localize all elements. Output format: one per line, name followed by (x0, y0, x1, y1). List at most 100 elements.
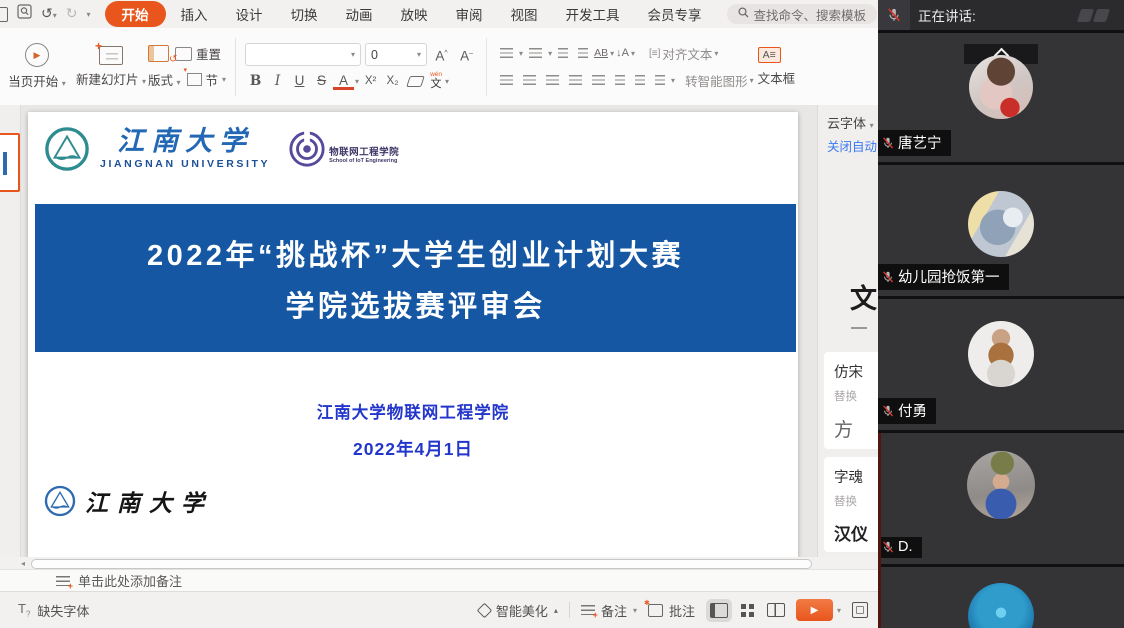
slide-title-line2: 学院选拔赛评审会 (35, 283, 796, 325)
subscript-button[interactable]: X₂ (382, 73, 403, 89)
notes-toggle-button[interactable]: 备注 ▾ (581, 601, 637, 620)
pinyin-guide-button[interactable]: wén 文 (430, 72, 442, 90)
font-size-select[interactable]: 0▾ (365, 43, 427, 66)
align-right-icon[interactable] (546, 75, 559, 85)
avatar (968, 583, 1034, 628)
tab-view[interactable]: 视图 (498, 1, 551, 27)
slide-canvas[interactable]: 江南大学 JIANGNAN UNIVERSITY 物联网工程学院 School (28, 112, 798, 558)
font-color-arrow[interactable]: ▾ (355, 77, 359, 86)
participant-tile[interactable]: 幼儿园抢饭第一 (878, 162, 1124, 296)
missing-font-card[interactable]: 仿宋 替换 方 (824, 352, 878, 449)
mic-muted-icon[interactable] (878, 0, 910, 30)
menu-icon[interactable] (0, 7, 8, 22)
play-circle-icon: ▶ (25, 43, 49, 67)
tab-design[interactable]: 设计 (223, 1, 276, 27)
slide-organization[interactable]: 江南大学物联网工程学院 (28, 399, 798, 423)
participant-tile[interactable]: D. (878, 430, 1124, 564)
notes-icon (581, 605, 595, 615)
status-bar: T? 缺失字体 智能美化 ▴ 备注 ▾ 批注 (0, 591, 878, 628)
distribute-icon[interactable] (592, 75, 605, 85)
align-center-icon[interactable] (523, 75, 536, 85)
tab-home[interactable]: 开始 (105, 1, 166, 27)
strikethrough-button[interactable]: S (311, 73, 332, 89)
tab-devtools[interactable]: 开发工具 (553, 1, 633, 27)
decrease-font-icon[interactable]: A– (456, 46, 477, 65)
increase-font-icon[interactable]: A^ (431, 46, 452, 65)
participant-tile[interactable]: 唐艺宁 (878, 30, 1124, 162)
slide-thumbnail-panel[interactable] (0, 105, 21, 557)
fullscreen-icon[interactable] (852, 602, 868, 618)
layout-button[interactable]: 版式 ▾ (148, 70, 181, 89)
play-options-arrow[interactable]: ▾ (837, 606, 841, 615)
tab-transition[interactable]: 切换 (278, 1, 331, 27)
meeting-header: 正在讲话: (878, 0, 1124, 30)
mic-muted-icon (882, 405, 894, 417)
char-spacing-button[interactable]: AB (594, 47, 608, 59)
tab-animation[interactable]: 动画 (333, 1, 386, 27)
para-spacing-icon[interactable] (635, 75, 645, 85)
slide-thumbnail-1[interactable] (0, 133, 20, 192)
missing-fonts-status[interactable]: 缺失字体 (37, 601, 89, 620)
smart-beautify-button[interactable]: 智能美化 ▴ (479, 601, 558, 620)
increase-indent-icon[interactable] (578, 48, 588, 58)
start-show-button[interactable]: ▶ 当页开始 ▾ (0, 43, 74, 90)
horizontal-scrollbar[interactable]: ◂ (0, 557, 878, 569)
new-slide-button[interactable]: 新建幻灯片 ▾ (74, 46, 148, 88)
font-color-button[interactable]: A (333, 75, 354, 90)
text-direction-button[interactable]: ↓A (616, 47, 629, 59)
spacing-options-icon[interactable] (655, 75, 665, 85)
pinyin-arrow[interactable]: ▾ (445, 77, 449, 86)
avatar (968, 191, 1034, 257)
tab-review[interactable]: 审阅 (443, 1, 496, 27)
tab-slideshow[interactable]: 放映 (388, 1, 441, 27)
missing-font-card[interactable]: 字魂 替换 汉仪 (824, 457, 878, 552)
find-icon[interactable] (17, 4, 32, 24)
justify-icon[interactable] (569, 75, 582, 85)
participant-name-label: 唐艺宁 (878, 130, 951, 156)
avatar (968, 321, 1034, 387)
scroll-left-icon[interactable]: ◂ (21, 559, 25, 568)
ribbon: ▶ 当页开始 ▾ 新建幻灯片 ▾ 重置 版式 ▾ (0, 28, 878, 106)
cloud-fonts-button[interactable]: 云字体 ▾ (827, 113, 874, 132)
slide-sorter-icon[interactable] (741, 604, 754, 617)
close-auto-link[interactable]: 关闭自动 (827, 136, 877, 155)
reading-view-icon[interactable] (767, 603, 785, 617)
title-banner[interactable]: 2022年“挑战杯”大学生创业计划大赛 学院选拔赛评审会 (35, 204, 796, 352)
command-search-input[interactable]: 查找命令、搜索模板 (727, 4, 878, 24)
comments-button[interactable]: 批注 (648, 601, 695, 620)
redo-icon[interactable]: ↻ (66, 7, 78, 21)
numbered-list-icon[interactable] (529, 48, 542, 58)
bullet-list-icon[interactable] (500, 48, 513, 58)
superscript-button[interactable]: X² (360, 73, 381, 89)
tab-insert[interactable]: 插入 (168, 1, 221, 27)
font-name-select[interactable]: ▾ (245, 43, 361, 66)
reset-icon (175, 47, 192, 61)
participant-name-label: D. (878, 537, 922, 558)
mic-muted-icon (882, 541, 894, 553)
decrease-indent-icon[interactable] (558, 48, 568, 58)
smart-graphic-button[interactable]: 转智能图形 (685, 71, 748, 90)
reset-button[interactable]: 重置 (175, 44, 221, 63)
clear-format-icon[interactable] (406, 76, 425, 87)
section-button[interactable]: 节 ▾ (187, 70, 227, 89)
italic-button[interactable]: I (267, 73, 288, 89)
align-text-button[interactable]: 对齐文本 (662, 44, 712, 63)
slide-date[interactable]: 2022年4月1日 (28, 436, 798, 461)
undo-icon[interactable]: ↺▾ (41, 7, 57, 21)
text-box-button[interactable]: 文本框 (758, 68, 796, 87)
participant-tile[interactable]: 付勇 (878, 296, 1124, 430)
play-slideshow-button[interactable]: ▶ (796, 599, 833, 621)
bold-button[interactable]: B (245, 73, 266, 89)
mic-muted-icon (882, 271, 894, 283)
notes-bar[interactable]: 单击此处添加备注 (0, 569, 878, 591)
participant-tile[interactable] (878, 564, 1124, 628)
underline-button[interactable]: U (289, 73, 310, 89)
line-spacing-icon[interactable] (615, 75, 625, 85)
text-box-icon[interactable]: A≡ (758, 47, 781, 63)
collapse-ribbon-icon[interactable]: ▾ (86, 10, 90, 19)
normal-view-icon[interactable] (710, 603, 728, 618)
align-left-icon[interactable] (500, 75, 513, 85)
missing-font-icon[interactable]: T? (18, 601, 30, 619)
scrollbar-thumb[interactable] (31, 559, 812, 569)
tab-member[interactable]: 会员专享 (635, 1, 715, 27)
